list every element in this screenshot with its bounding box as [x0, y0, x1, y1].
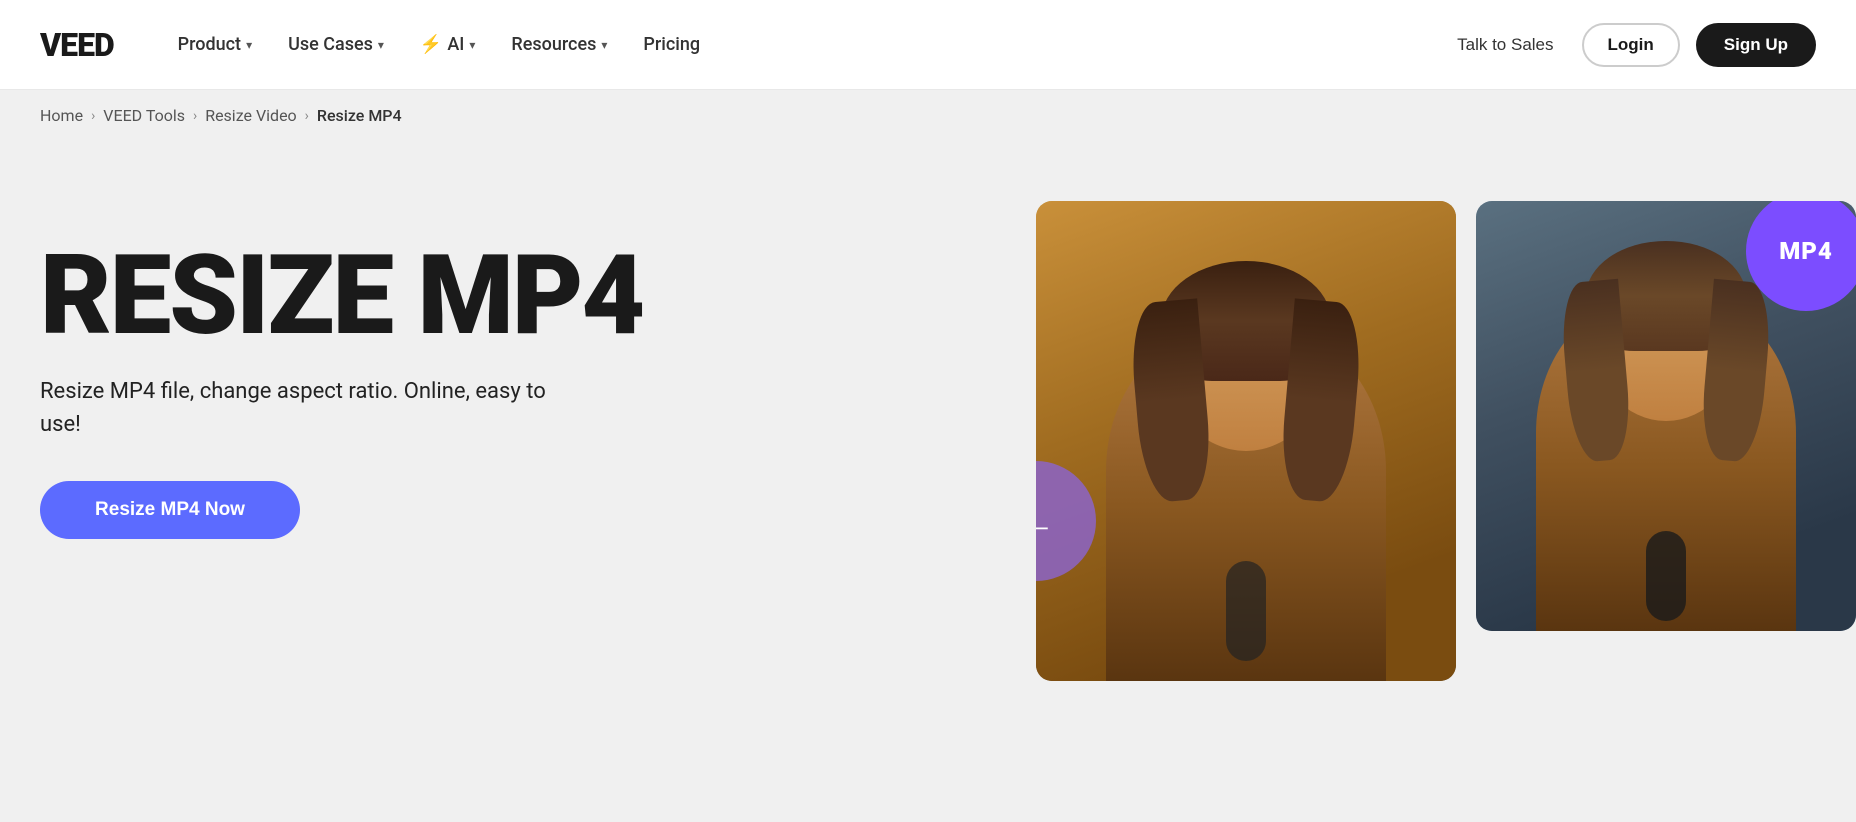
- arrow-left-icon: ←: [1036, 498, 1056, 545]
- hero-image-secondary: MP4: [1476, 201, 1856, 631]
- hero-subtitle: Resize MP4 file, change aspect ratio. On…: [40, 375, 560, 441]
- nav-item-pricing[interactable]: Pricing: [629, 26, 714, 63]
- login-button[interactable]: Login: [1582, 23, 1680, 67]
- hero-content: RESIZE MP4 Resize MP4 file, change aspec…: [40, 221, 643, 539]
- nav-menu: Product ▾ Use Cases ▾ ⚡ AI ▾ Resources ▾…: [164, 26, 1445, 63]
- nav-item-resources-label: Resources: [511, 34, 596, 55]
- hero-images: ← MP4: [1036, 201, 1856, 681]
- chevron-down-icon: ▾: [378, 38, 384, 52]
- nav-item-ai[interactable]: ⚡ AI ▾: [406, 26, 490, 63]
- breadcrumb-veed-tools[interactable]: VEED Tools: [103, 106, 185, 125]
- breadcrumb-resize-mp4: Resize MP4: [317, 106, 402, 125]
- talk-to-sales-button[interactable]: Talk to Sales: [1445, 27, 1565, 63]
- nav-item-usecases-label: Use Cases: [288, 34, 373, 55]
- nav-item-resources[interactable]: Resources ▾: [497, 26, 621, 63]
- hero-section: RESIZE MP4 Resize MP4 file, change aspec…: [0, 141, 1856, 781]
- breadcrumb-sep-2: ›: [193, 108, 197, 124]
- breadcrumb-sep-1: ›: [91, 108, 95, 124]
- nav-item-product[interactable]: Product ▾: [164, 26, 266, 63]
- breadcrumb-resize-video[interactable]: Resize Video: [205, 106, 296, 125]
- hero-image-main: ←: [1036, 201, 1456, 681]
- signup-button[interactable]: Sign Up: [1696, 23, 1816, 67]
- mp4-badge-text: MP4: [1779, 237, 1833, 265]
- nav-item-product-label: Product: [178, 34, 241, 55]
- hero-image-main-inner: [1036, 201, 1456, 681]
- lightning-icon: ⚡: [420, 34, 442, 55]
- breadcrumb-home[interactable]: Home: [40, 106, 83, 125]
- nav-item-pricing-label: Pricing: [643, 34, 700, 55]
- navbar-actions: Talk to Sales Login Sign Up: [1445, 23, 1816, 67]
- chevron-down-icon: ▾: [601, 38, 607, 52]
- chevron-down-icon: ▾: [246, 38, 252, 52]
- hero-cta-button[interactable]: Resize MP4 Now: [40, 481, 300, 539]
- nav-item-ai-label: AI: [447, 34, 464, 55]
- nav-item-usecases[interactable]: Use Cases ▾: [274, 26, 398, 63]
- navbar: VEED Product ▾ Use Cases ▾ ⚡ AI ▾ Resour…: [0, 0, 1856, 90]
- hero-title: RESIZE MP4: [40, 241, 643, 351]
- breadcrumb: Home › VEED Tools › Resize Video › Resiz…: [0, 90, 1856, 141]
- chevron-down-icon: ▾: [469, 38, 475, 52]
- brand-logo[interactable]: VEED: [40, 26, 114, 64]
- breadcrumb-sep-3: ›: [305, 108, 309, 124]
